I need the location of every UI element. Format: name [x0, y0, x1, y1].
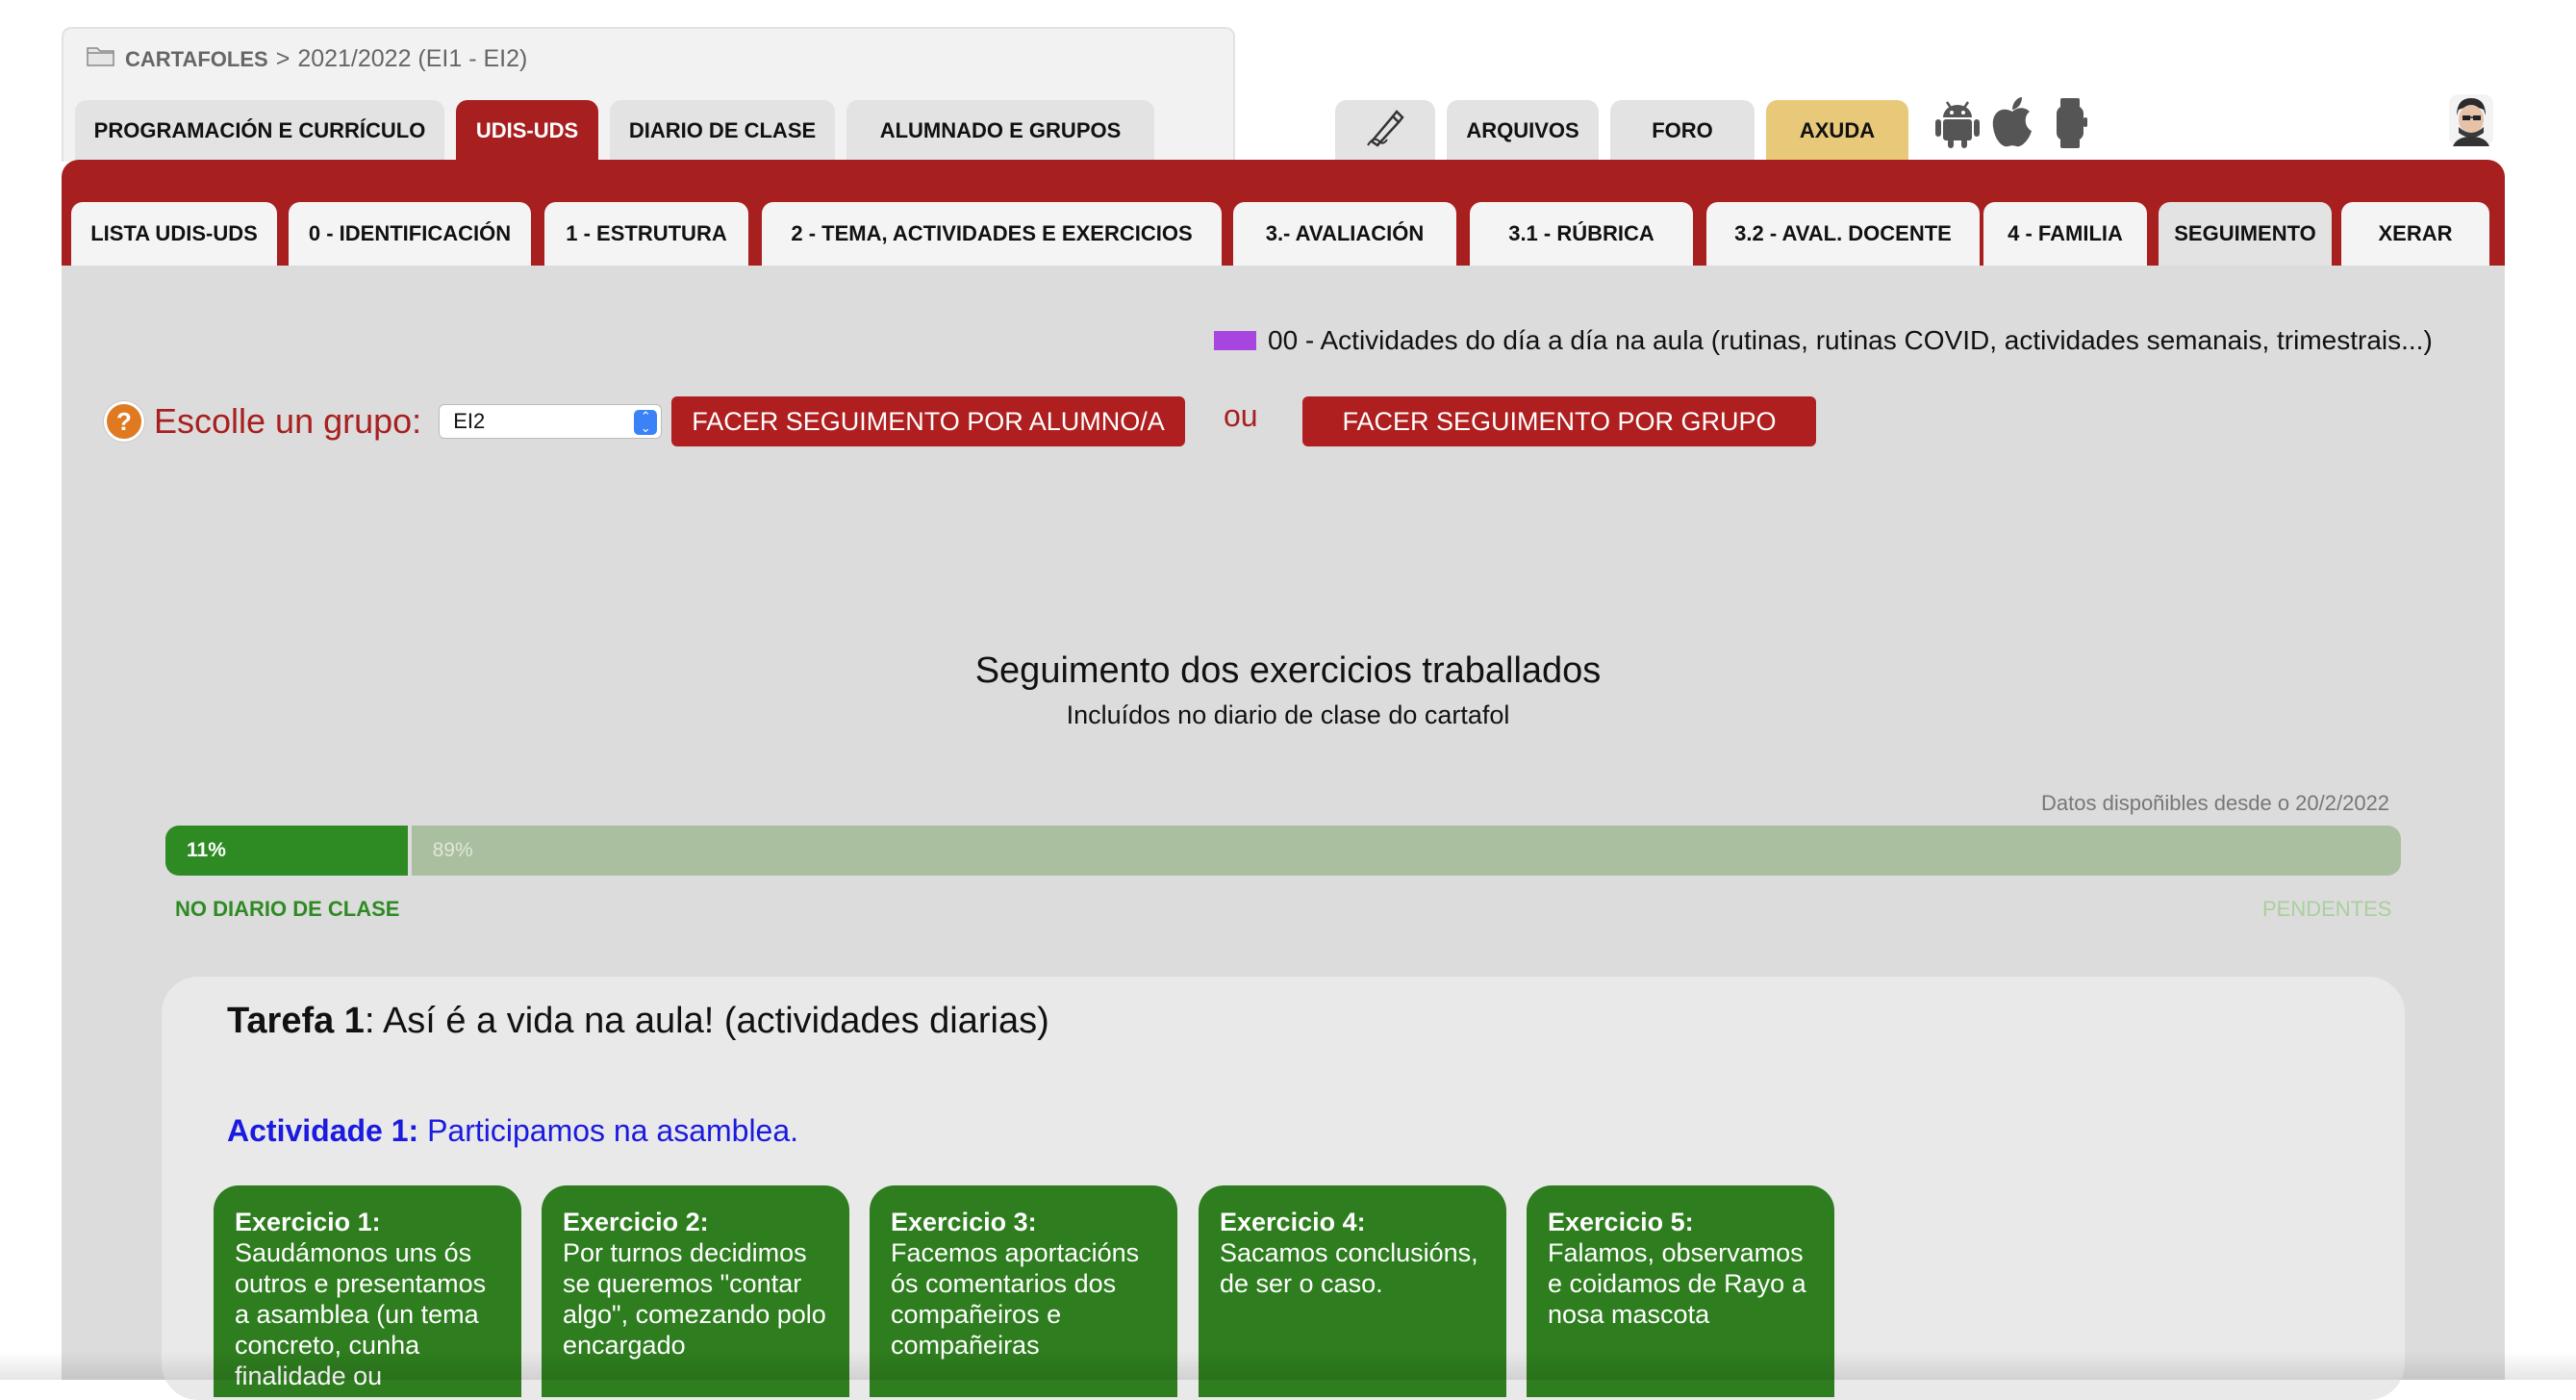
subtab-rubrica[interactable]: 3.1 - RÚBRICA: [1470, 202, 1693, 266]
data-since-note: Datos dispoñibles desde o 20/2/2022: [2041, 791, 2390, 815]
legend-swatch: [1214, 331, 1256, 350]
exercise-title: Exercicio 1:: [235, 1208, 381, 1236]
subtab-aval-docente[interactable]: 3.2 - AVAL. DOCENTE: [1706, 202, 1980, 266]
subtab-avaliacion[interactable]: 3.- AVALIACIÓN: [1233, 202, 1456, 266]
group-select[interactable]: EI2 ⌃ ⌄: [439, 404, 663, 439]
subtab-familia[interactable]: 4 - FAMILIA: [1983, 202, 2147, 266]
progress-done-label: 11%: [187, 839, 226, 861]
breadcrumb-current: 2021/2022 (EI1 - EI2): [297, 45, 528, 72]
exercise-title: Exercicio 3:: [891, 1208, 1037, 1236]
bottom-shade: [0, 1351, 2576, 1380]
breadcrumb-separator: >: [275, 45, 290, 72]
follow-up-title: Seguimento dos exercicios traballados: [974, 650, 1602, 691]
done-caption: NO DIARIO DE CLASE: [175, 897, 400, 921]
tab-arquivos[interactable]: ARQUIVOS: [1447, 100, 1599, 162]
tab-programacion[interactable]: PROGRAMACIÓN E CURRÍCULO: [75, 100, 444, 162]
task-title-rest: : Así é a vida na aula! (actividades dia…: [364, 1001, 1049, 1041]
exercise-text: Sacamos conclusións, de ser o caso.: [1220, 1238, 1478, 1298]
watch-icon[interactable]: [2051, 96, 2089, 155]
pen-tab[interactable]: [1335, 100, 1435, 162]
exercise-title: Exercicio 4:: [1220, 1208, 1366, 1236]
help-icon[interactable]: ?: [104, 401, 144, 442]
activity-title-rest: Participamos na asamblea.: [418, 1113, 799, 1148]
exercise-text: Facemos aportacións ós comentarios dos c…: [891, 1238, 1140, 1360]
legend-label: 00 - Actividades do día a día na aula (r…: [1268, 325, 2433, 355]
subtab-lista-udis-uds[interactable]: LISTA UDIS-UDS: [71, 202, 277, 266]
exercise-text: Por turnos decidimos se queremos "contar…: [563, 1238, 826, 1360]
follow-by-student-button[interactable]: FACER SEGUIMENTO POR ALUMNO/A: [671, 396, 1185, 446]
tab-alumnado-e-grupos[interactable]: ALUMNADO E GRUPOS: [846, 100, 1154, 162]
tab-axuda[interactable]: AXUDA: [1766, 100, 1908, 162]
follow-up-subtitle: Incluídos no diario de clase do cartafol: [1066, 700, 1510, 729]
task-title-bold: Tarefa 1: [227, 1001, 365, 1041]
android-icon[interactable]: [1933, 96, 1982, 155]
folder-icon: [87, 44, 115, 74]
pending-caption: PENDENTES: [2262, 897, 2392, 921]
tab-foro[interactable]: FORO: [1610, 100, 1755, 162]
group-label: Escolle un grupo:: [154, 401, 422, 441]
legend: 00 - Actividades do día a día na aula (r…: [1214, 325, 2433, 356]
exercise-title: Exercicio 2:: [563, 1208, 709, 1236]
activity-title: Actividade 1: Participamos na asamblea.: [227, 1113, 798, 1149]
progress-done-fill: 11%: [165, 826, 412, 876]
subtab-identificacion[interactable]: 0 - IDENTIFICACIÓN: [289, 202, 531, 266]
exercise-text: Falamos, observamos e coidamos de Rayo a…: [1548, 1238, 1806, 1329]
task-title: Tarefa 1: Así é a vida na aula! (activid…: [227, 1001, 1049, 1042]
subtab-estrutura[interactable]: 1 - ESTRUTURA: [544, 202, 748, 266]
breadcrumb-root[interactable]: CARTAFOLES: [125, 47, 268, 72]
subtab-seguimento[interactable]: SEGUIMENTO: [2159, 202, 2332, 266]
follow-by-group-button[interactable]: FACER SEGUIMENTO POR GRUPO: [1302, 396, 1816, 446]
avatar[interactable]: [2449, 94, 2493, 146]
pen-icon: [1364, 109, 1406, 153]
breadcrumb: CARTAFOLES > 2021/2022 (EI1 - EI2): [87, 44, 527, 74]
progress-bar: 11% 89%: [165, 826, 2401, 876]
select-arrows-icon: ⌃ ⌄: [634, 410, 658, 435]
exercise-title: Exercicio 5:: [1548, 1208, 1694, 1236]
group-select-value: EI2: [453, 409, 486, 433]
or-text: ou: [1224, 398, 1258, 433]
apple-icon[interactable]: [1989, 94, 2035, 155]
progress-pending-label: 89%: [432, 839, 473, 861]
activity-title-bold: Actividade 1:: [227, 1113, 419, 1148]
tab-udis-uds[interactable]: UDIS-UDS: [456, 100, 598, 162]
tab-diario-de-clase[interactable]: DIARIO DE CLASE: [610, 100, 835, 162]
subtab-xerar[interactable]: XERAR: [2341, 202, 2489, 266]
subtab-tema-actividades[interactable]: 2 - TEMA, ACTIVIDADES E EXERCICIOS: [762, 202, 1222, 266]
group-selector-row: ? Escolle un grupo: EI2 ⌃ ⌄: [104, 396, 663, 446]
